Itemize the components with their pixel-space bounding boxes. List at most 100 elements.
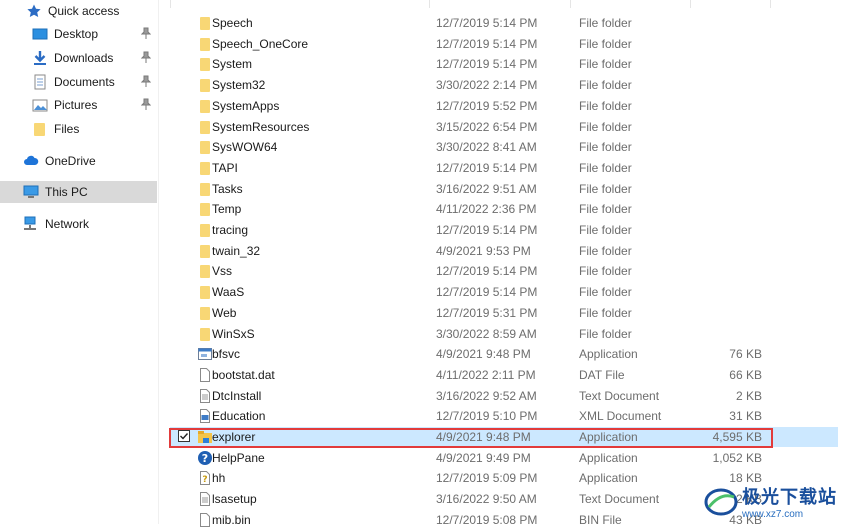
file-type: File folder (579, 98, 632, 113)
folder-icon (197, 98, 213, 114)
nav-item-label: Desktop (54, 27, 99, 41)
nav-item-pictures[interactable]: Pictures (0, 94, 157, 116)
table-row[interactable]: Speech 12/7/2019 5:14 PM File folder (170, 13, 838, 33)
nav-quick-access[interactable]: Quick access (0, 0, 157, 22)
column-divider[interactable] (770, 0, 771, 8)
file-name: System32 (212, 78, 266, 93)
text-file-icon (197, 388, 213, 404)
file-name: mib.bin (212, 512, 251, 527)
text-file-icon (197, 491, 213, 507)
help-icon: ? (197, 450, 213, 466)
file-icon (197, 367, 213, 383)
pin-icon (140, 51, 152, 63)
nav-item-downloads[interactable]: Downloads (0, 47, 157, 69)
file-name: Temp (212, 202, 242, 217)
table-row[interactable]: Temp 4/11/2022 2:36 PM File folder (170, 199, 838, 219)
file-name: Speech (212, 16, 253, 30)
nav-item-label: Downloads (54, 51, 114, 65)
nav-item-label: OneDrive (45, 154, 96, 168)
file-name: bootstat.dat (212, 367, 275, 382)
file-name: SystemApps (212, 98, 280, 113)
table-row[interactable]: Education 12/7/2019 5:10 PM XML Document 31… (170, 406, 838, 426)
nav-item-onedrive[interactable]: OneDrive (0, 150, 157, 172)
file-date: 12/7/2019 5:14 PM (436, 160, 538, 175)
pin-icon (140, 98, 152, 110)
table-row[interactable]: SystemResources 3/15/2022 6:54 PM File fol… (170, 117, 838, 137)
file-type: File folder (579, 140, 632, 155)
file-date: 12/7/2019 5:10 PM (436, 409, 538, 424)
table-row[interactable]: System 12/7/2019 5:14 PM File folder (170, 54, 838, 74)
file-name: Speech_OneCore (212, 36, 309, 51)
file-size: 1,052 KB (712, 450, 762, 465)
table-row[interactable]: ? HelpPane 4/9/2021 9:49 PM Application 1,05… (170, 448, 838, 468)
file-date: 3/30/2022 8:59 AM (436, 326, 537, 341)
highlight-box (169, 428, 773, 448)
table-row[interactable]: twain_32 4/9/2021 9:53 PM File folder (170, 241, 838, 261)
application-icon (197, 346, 213, 362)
file-name: Vss (212, 264, 233, 279)
file-name: Tasks (212, 181, 243, 196)
table-row[interactable]: Tasks 3/16/2022 9:51 AM File folder (170, 179, 838, 199)
file-name: tracing (212, 223, 249, 237)
file-date: 12/7/2019 5:14 PM (436, 223, 538, 237)
file-name: WinSxS (212, 326, 255, 341)
file-size: 31 KB (729, 409, 762, 424)
file-date: 4/9/2021 9:53 PM (436, 243, 531, 258)
table-row[interactable]: tracing 12/7/2019 5:14 PM File folder (170, 220, 838, 240)
table-row[interactable]: bfsvc 4/9/2021 9:48 PM Application 76 KB (170, 344, 838, 364)
column-divider[interactable] (170, 0, 171, 8)
file-date: 12/7/2019 5:09 PM (436, 471, 538, 486)
file-type: File folder (579, 119, 632, 134)
table-row[interactable]: System32 3/30/2022 2:14 PM File folder (170, 75, 838, 95)
file-type: BIN File (579, 512, 622, 527)
file-name: SystemResources (212, 119, 310, 134)
folder-icon (197, 326, 213, 342)
folder-icon (197, 119, 213, 135)
table-row[interactable]: DtcInstall 3/16/2022 9:52 AM Text Document… (170, 386, 838, 406)
nav-item-desktop[interactable]: Desktop (0, 23, 157, 45)
table-row[interactable]: SystemApps 12/7/2019 5:52 PM File folder (170, 96, 838, 116)
file-type: DAT File (579, 367, 625, 382)
desktop-icon (32, 26, 48, 42)
folder-icon (197, 77, 213, 93)
nav-item-network[interactable]: Network (0, 213, 157, 235)
watermark-logo-icon (704, 488, 738, 515)
folder-icon (197, 222, 213, 238)
folder-icon (197, 139, 213, 155)
folder-icon (32, 121, 48, 137)
nav-item-documents[interactable]: Documents (0, 71, 157, 93)
file-name: hh (212, 471, 226, 486)
column-divider[interactable] (690, 0, 691, 8)
nav-item-this-pc[interactable]: This PC (0, 181, 157, 203)
file-date: 12/7/2019 5:14 PM (436, 285, 538, 300)
file-date: 4/11/2022 2:36 PM (436, 202, 537, 217)
download-arrow-icon (32, 50, 48, 66)
table-row[interactable]: Web 12/7/2019 5:31 PM File folder (170, 303, 838, 323)
documents-icon (32, 74, 48, 90)
nav-item-files[interactable]: Files (0, 118, 157, 140)
file-date: 3/15/2022 6:54 PM (436, 119, 538, 134)
table-row[interactable]: SysWOW64 3/30/2022 8:41 AM File folder (170, 137, 838, 157)
table-row[interactable]: Speech_OneCore 12/7/2019 5:14 PM File fold… (170, 34, 838, 54)
file-type: File folder (579, 57, 632, 72)
table-row[interactable]: Vss 12/7/2019 5:14 PM File folder (170, 261, 838, 281)
column-divider[interactable] (429, 0, 430, 8)
file-date: 4/9/2021 9:49 PM (436, 450, 531, 465)
table-row[interactable]: WaaS 12/7/2019 5:14 PM File folder (170, 282, 838, 302)
file-date: 12/7/2019 5:31 PM (436, 305, 538, 320)
help-file-icon: ? (197, 470, 213, 486)
nav-item-label: Network (45, 217, 90, 231)
table-row[interactable]: TAPI 12/7/2019 5:14 PM File folder (170, 158, 838, 178)
file-name: twain_32 (212, 243, 261, 258)
file-date: 12/7/2019 5:52 PM (436, 98, 538, 113)
column-divider[interactable] (570, 0, 571, 8)
file-date: 3/30/2022 8:41 AM (436, 140, 537, 155)
file-type: Application (579, 450, 638, 465)
file-name: lsasetup (212, 492, 257, 507)
file-size: 76 KB (729, 347, 762, 362)
file-name: SysWOW64 (212, 140, 278, 155)
table-row[interactable]: bootstat.dat 4/11/2022 2:11 PM DAT File 66 … (170, 365, 838, 385)
file-name: System (212, 57, 253, 72)
table-row[interactable]: WinSxS 3/30/2022 8:59 AM File folder (170, 324, 838, 344)
file-date: 12/7/2019 5:14 PM (436, 57, 538, 72)
